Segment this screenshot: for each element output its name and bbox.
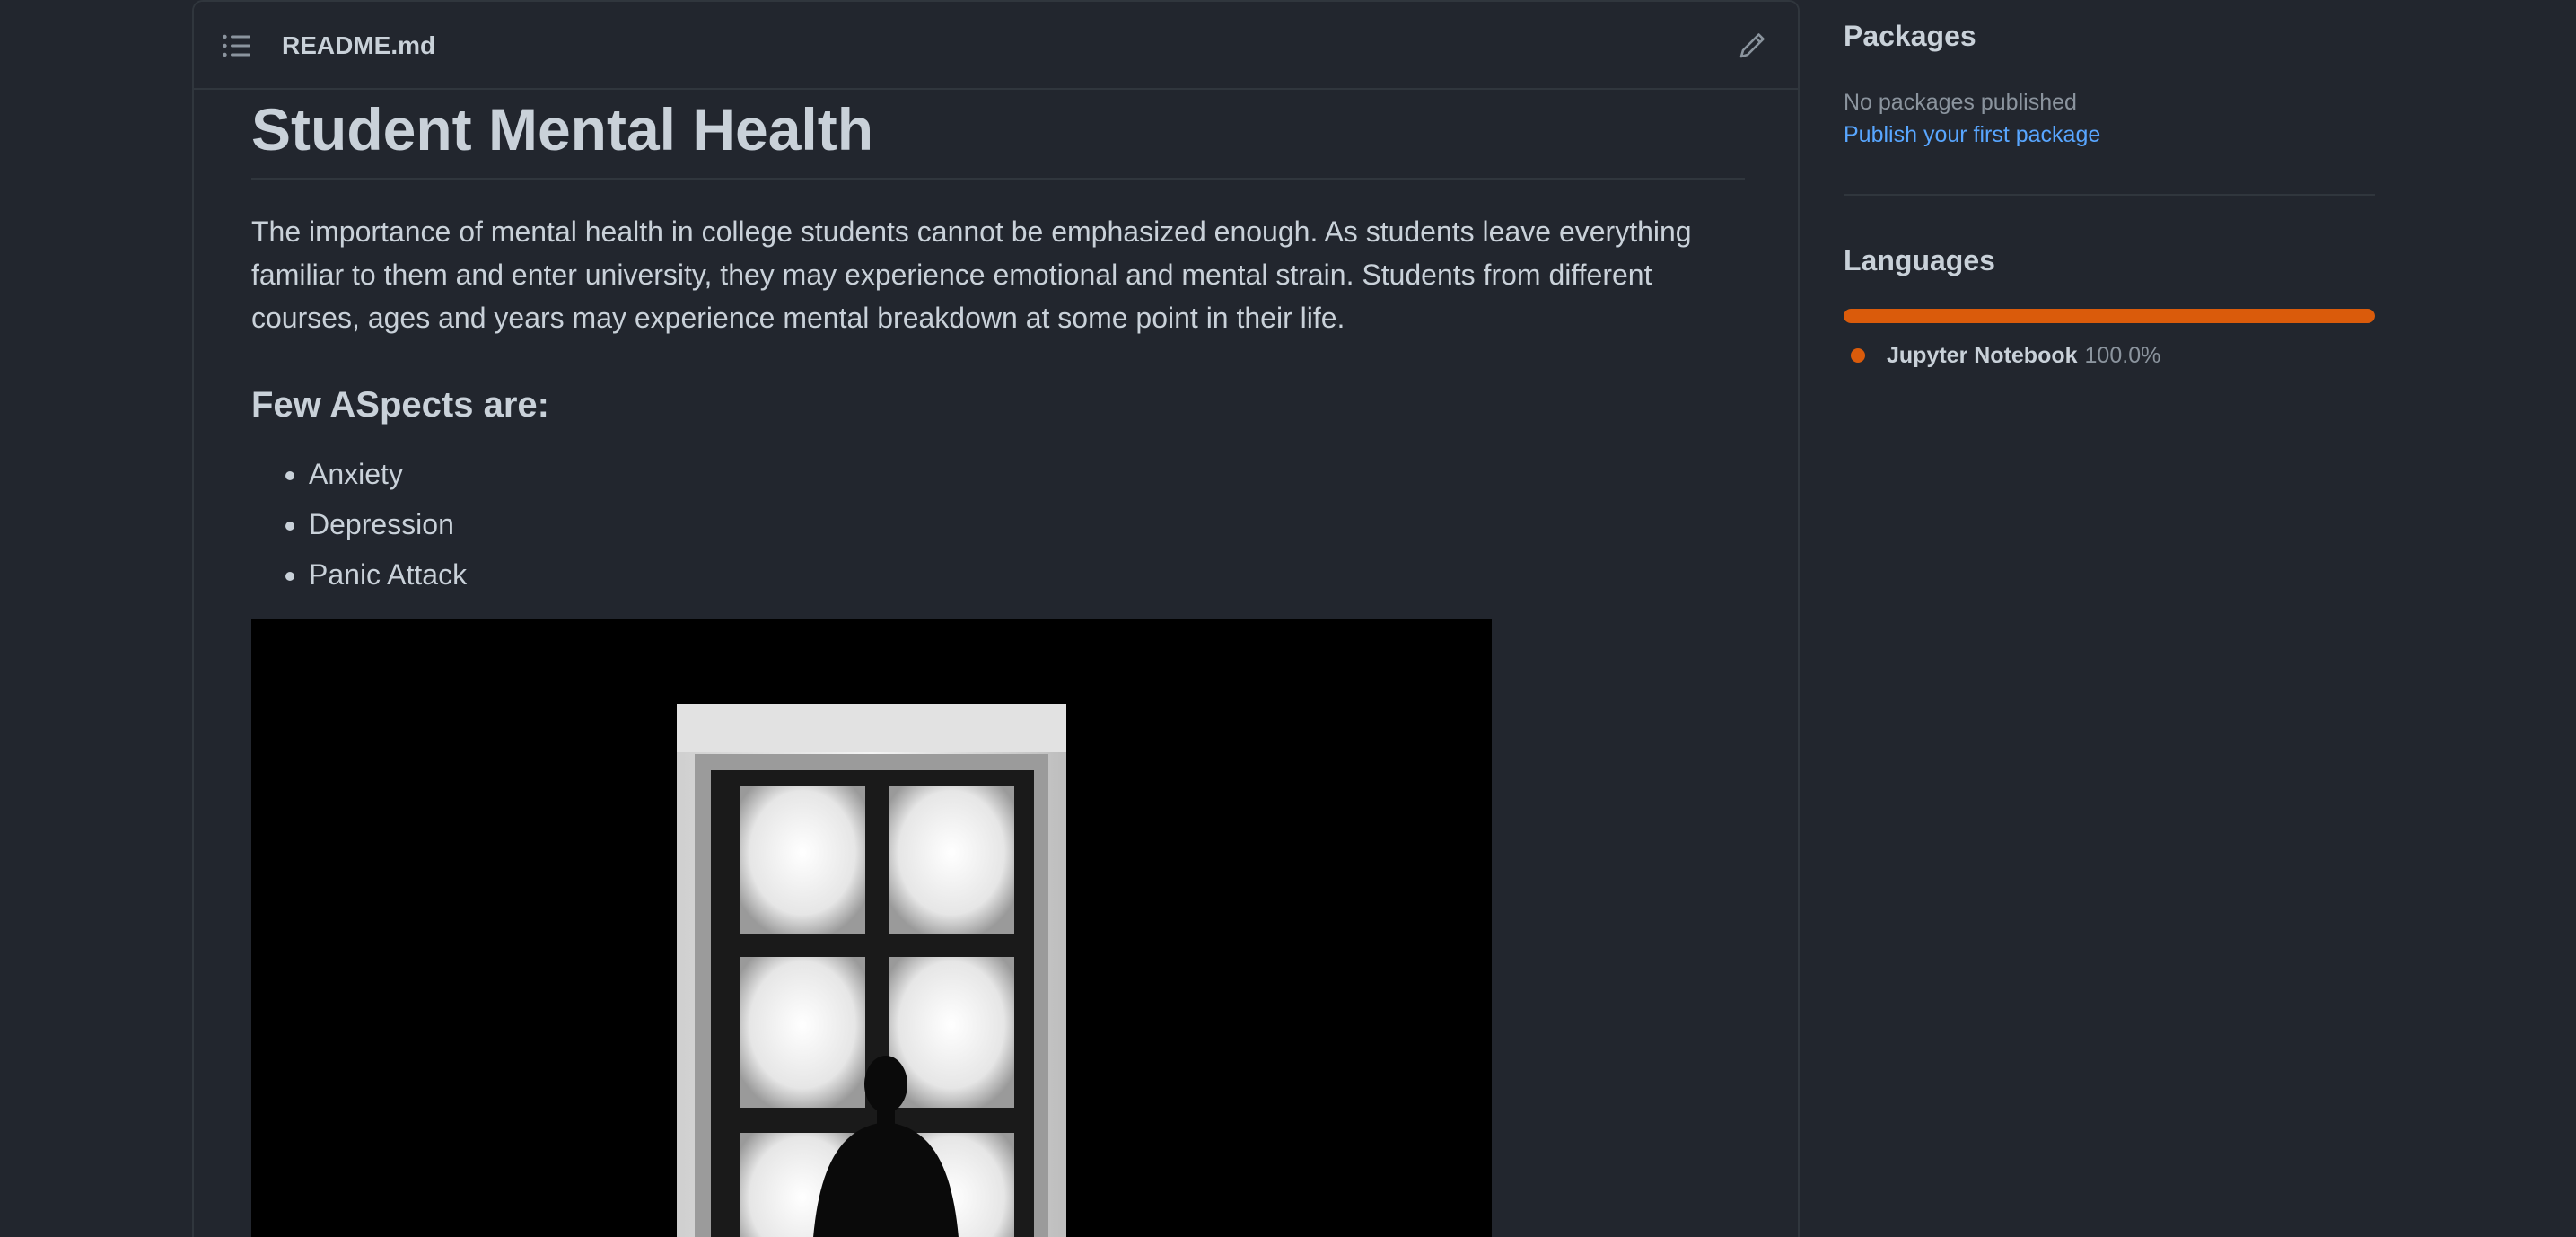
readme-image	[251, 619, 1492, 1237]
language-name: Jupyter Notebook	[1887, 343, 2078, 368]
readme-header: README.md	[194, 2, 1798, 90]
readme-intro-paragraph: The importance of mental health in colle…	[251, 215, 1692, 334]
packages-heading[interactable]: Packages	[1844, 18, 1976, 54]
page: README.md Student Mental Health The impo…	[0, 0, 2576, 1237]
sidebar-divider	[1844, 194, 2375, 196]
readme-body: Student Mental Health The importance of …	[251, 90, 1745, 1237]
list-item: Anxiety	[309, 449, 1745, 499]
list-unordered-icon[interactable]	[223, 34, 251, 57]
languages-heading: Languages	[1844, 244, 1995, 276]
aspects-list: Anxiety Depression Panic Attack	[251, 449, 1745, 600]
no-packages-text: No packages published	[1844, 90, 2077, 115]
language-bar-segment	[1844, 309, 2375, 323]
readme-panel: README.md Student Mental Health The impo…	[192, 0, 1800, 1237]
language-bar	[1844, 309, 2375, 323]
publish-package-link[interactable]: Publish your first package	[1844, 120, 2100, 149]
pencil-icon[interactable]	[1737, 31, 1767, 61]
language-item[interactable]: Jupyter Notebook 100.0%	[1844, 341, 2160, 370]
aspects-subheading: Few ASpects are:	[251, 385, 549, 425]
list-item: Depression	[309, 499, 1745, 549]
language-percent: 100.0%	[2084, 343, 2161, 368]
readme-filename[interactable]: README.md	[282, 31, 435, 61]
window-silhouette-illustration	[251, 619, 1492, 1237]
readme-heading: Student Mental Health	[251, 90, 1745, 180]
language-color-dot	[1851, 348, 1865, 363]
list-item: Panic Attack	[309, 549, 1745, 600]
